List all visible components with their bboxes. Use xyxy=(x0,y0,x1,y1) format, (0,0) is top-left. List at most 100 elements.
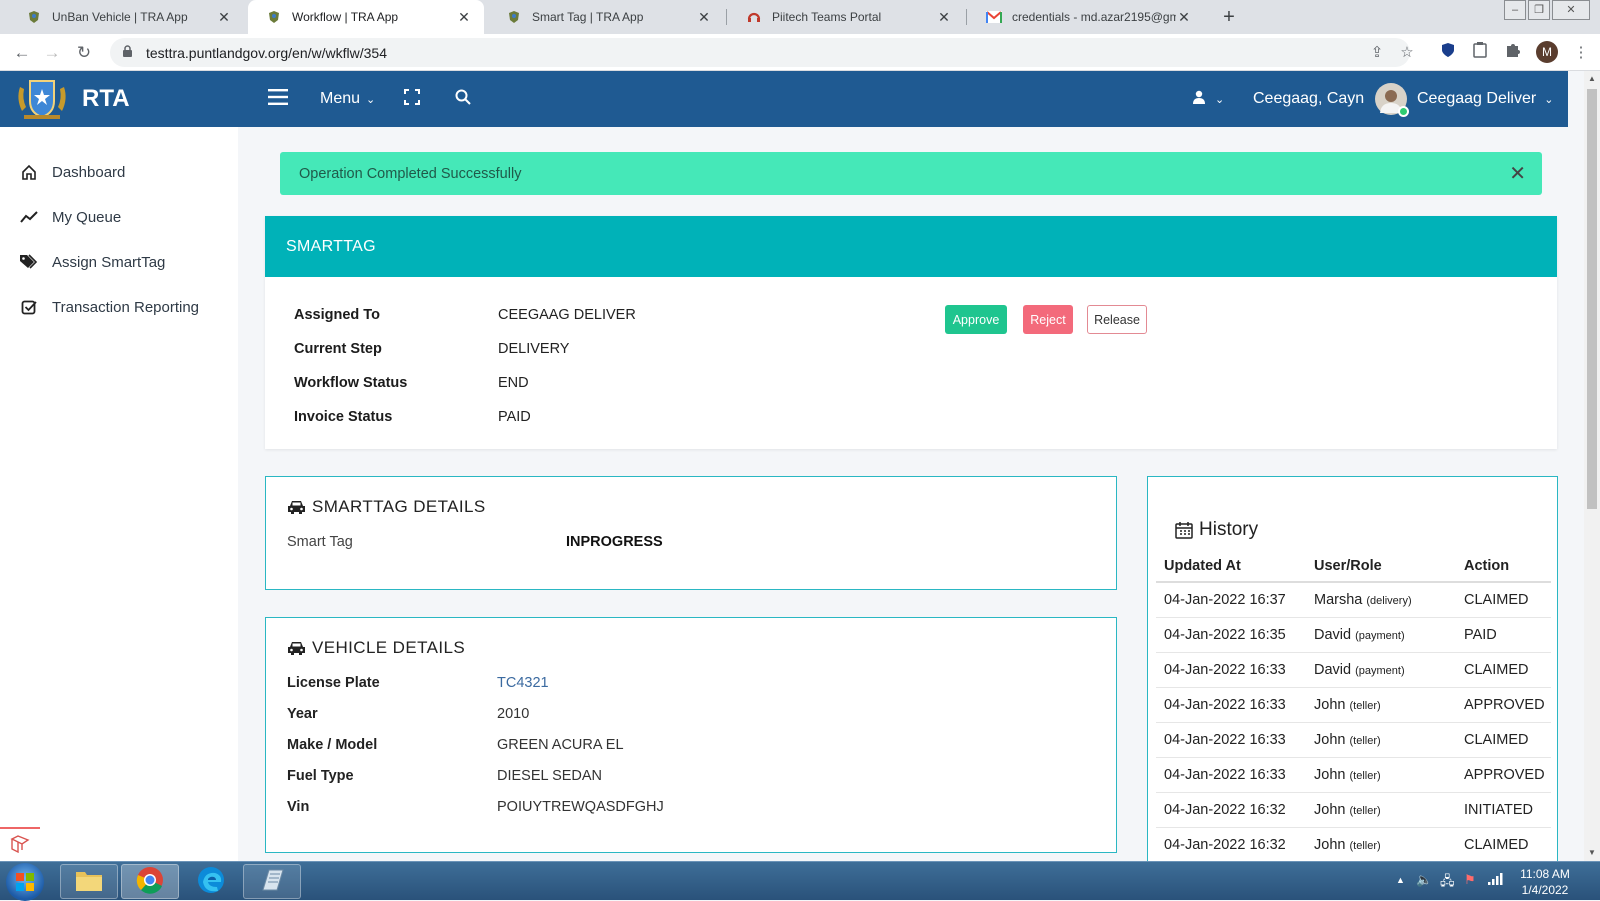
user-name: David xyxy=(1314,627,1352,643)
location-label[interactable]: Ceegaag, Cayn xyxy=(1253,71,1364,127)
edge-taskbar-button[interactable] xyxy=(182,864,240,899)
panel-title: SMARTTAG DETAILS xyxy=(287,497,486,517)
sidebar-item-my-queue[interactable]: My Queue xyxy=(18,202,121,232)
user-role-cell: John (teller) xyxy=(1306,697,1456,713)
debug-toolbar-icon[interactable] xyxy=(0,827,40,859)
browser-toolbar: ← → ↻ testtra.puntlandgov.org/en/w/wkflw… xyxy=(0,34,1600,71)
clipboard-extension-icon[interactable] xyxy=(1469,42,1491,64)
user-name: David xyxy=(1314,662,1352,678)
reload-icon[interactable]: ↻ xyxy=(72,41,96,65)
user-role-dropdown[interactable]: ⌄ xyxy=(1193,71,1224,127)
extensions-puzzle-icon[interactable] xyxy=(1502,42,1524,64)
field-label: Smart Tag xyxy=(287,534,353,550)
chrome-taskbar-button[interactable] xyxy=(121,864,179,899)
share-icon[interactable]: ⇪ xyxy=(1366,42,1388,64)
column-header: Updated At xyxy=(1164,558,1241,574)
back-arrow-icon[interactable]: ← xyxy=(10,41,34,65)
hamburger-icon xyxy=(268,88,288,110)
close-icon[interactable]: ✕ xyxy=(456,9,472,26)
updated-at-cell: 04-Jan-2022 16:33 xyxy=(1164,767,1286,783)
close-icon[interactable]: ✕ xyxy=(696,9,712,26)
browser-tab-teams-portal[interactable]: Piitech Teams Portal ✕ xyxy=(728,0,964,34)
close-icon[interactable]: ✕ xyxy=(936,9,952,26)
car-icon xyxy=(287,499,306,515)
menu-dropdown[interactable]: Menu ⌄ xyxy=(320,71,375,127)
release-button[interactable]: Release xyxy=(1087,305,1147,334)
field-label: Make / Model xyxy=(287,737,378,753)
action-center-flag-icon[interactable]: ⚑ xyxy=(1464,872,1476,888)
license-plate-link[interactable]: TC4321 xyxy=(497,675,549,691)
close-icon[interactable]: ✕ xyxy=(1509,161,1526,186)
smart-tag-row: Smart Tag INPROGRESS xyxy=(287,534,663,550)
search-button[interactable] xyxy=(455,71,471,127)
close-window-button[interactable]: ✕ xyxy=(1552,0,1590,20)
search-icon xyxy=(455,89,471,110)
user-role-cell: John (teller) xyxy=(1306,802,1456,818)
field-label: Fuel Type xyxy=(287,768,354,784)
password-manager-icon[interactable] xyxy=(1437,42,1459,64)
browser-tab-workflow[interactable]: Workflow | TRA App ✕ xyxy=(248,0,484,34)
folder-icon xyxy=(75,868,103,895)
browser-menu-icon[interactable]: ⋮ xyxy=(1570,42,1592,64)
user-menu[interactable]: Ceegaag Deliver ⌄ xyxy=(1375,71,1553,127)
user-role-cell: John (teller) xyxy=(1306,837,1456,853)
role: (teller) xyxy=(1349,805,1381,817)
reject-button[interactable]: Reject xyxy=(1023,305,1073,334)
scroll-down-arrow-icon[interactable]: ▼ xyxy=(1584,845,1600,861)
sidebar-item-dashboard[interactable]: Dashboard xyxy=(18,157,125,187)
show-hidden-icons-icon[interactable]: ▲ xyxy=(1396,875,1405,885)
forward-arrow-icon[interactable]: → xyxy=(40,41,64,65)
user-name: John xyxy=(1314,697,1346,713)
field-value: DELIVERY xyxy=(498,341,570,357)
file-explorer-taskbar-button[interactable] xyxy=(60,864,118,899)
user-name: John xyxy=(1314,732,1346,748)
user-name: Ceegaag Deliver xyxy=(1417,90,1537,107)
network-monitor-icon[interactable]: 🖧 xyxy=(1440,872,1455,894)
field-value: POIUYTREWQASDFGHJ xyxy=(497,799,664,815)
sidebar-toggle-button[interactable] xyxy=(268,71,288,127)
sidebar-item-transaction-reporting[interactable]: Transaction Reporting xyxy=(18,292,199,322)
user-role-cell: John (teller) xyxy=(1306,767,1456,783)
new-tab-button[interactable]: + xyxy=(1216,4,1242,30)
browser-tab-smart-tag[interactable]: Smart Tag | TRA App ✕ xyxy=(488,0,724,34)
restore-window-button[interactable]: ❐ xyxy=(1528,0,1550,20)
page-scrollbar[interactable]: ▲ ▼ xyxy=(1584,71,1600,861)
profile-avatar[interactable]: M xyxy=(1536,41,1558,63)
system-clock[interactable]: 11:08 AM 1/4/2022 xyxy=(1510,866,1580,898)
user-name: John xyxy=(1314,767,1346,783)
app-taskbar-button[interactable] xyxy=(243,864,301,899)
chevron-down-icon: ⌄ xyxy=(1544,93,1554,106)
browser-tab-gmail[interactable]: credentials - md.azar2195@gmail ✕ xyxy=(968,0,1204,34)
windows-start-button[interactable] xyxy=(6,863,44,901)
signal-bars-icon[interactable] xyxy=(1488,872,1504,888)
lock-icon xyxy=(122,44,136,61)
table-row: 04-Jan-2022 16:33 John (teller) CLAIMED xyxy=(1156,723,1551,758)
browser-tab-unban-vehicle[interactable]: UnBan Vehicle | TRA App ✕ xyxy=(8,0,244,34)
minimize-window-button[interactable]: – xyxy=(1504,0,1526,20)
tab-title: credentials - md.azar2195@gmail xyxy=(1012,10,1176,24)
user-icon xyxy=(1193,90,1205,109)
notepad-icon xyxy=(259,868,285,895)
sidebar-item-label: Assign SmartTag xyxy=(52,253,166,271)
sidebar-item-assign-smarttag[interactable]: Assign SmartTag xyxy=(18,247,165,277)
app-header: RTA Menu ⌄ ⌄ Ceegaag, Cayn Ceegaag Deliv… xyxy=(0,71,1568,127)
scroll-up-arrow-icon[interactable]: ▲ xyxy=(1584,71,1600,87)
approve-button[interactable]: Approve xyxy=(945,305,1007,334)
scrollbar-thumb[interactable] xyxy=(1587,89,1597,509)
fullscreen-button[interactable] xyxy=(404,71,420,127)
tab-title: Workflow | TRA App xyxy=(292,10,399,24)
column-header: Action xyxy=(1464,558,1510,574)
calendar-icon xyxy=(1175,521,1193,539)
volume-icon[interactable]: 🔈 xyxy=(1416,872,1432,888)
role: (payment) xyxy=(1355,630,1405,642)
role: (teller) xyxy=(1349,840,1381,852)
close-icon[interactable]: ✕ xyxy=(216,9,232,26)
rta-logo[interactable] xyxy=(14,77,70,121)
bookmark-star-icon[interactable]: ☆ xyxy=(1396,42,1418,64)
field-label: Invoice Status xyxy=(294,409,393,425)
rta-crest-icon xyxy=(506,9,522,25)
address-bar[interactable]: testtra.puntlandgov.org/en/w/wkflw/354 xyxy=(110,38,1410,67)
close-icon[interactable]: ✕ xyxy=(1176,9,1192,26)
action-cell: APPROVED xyxy=(1464,767,1545,783)
headset-icon xyxy=(746,9,762,25)
